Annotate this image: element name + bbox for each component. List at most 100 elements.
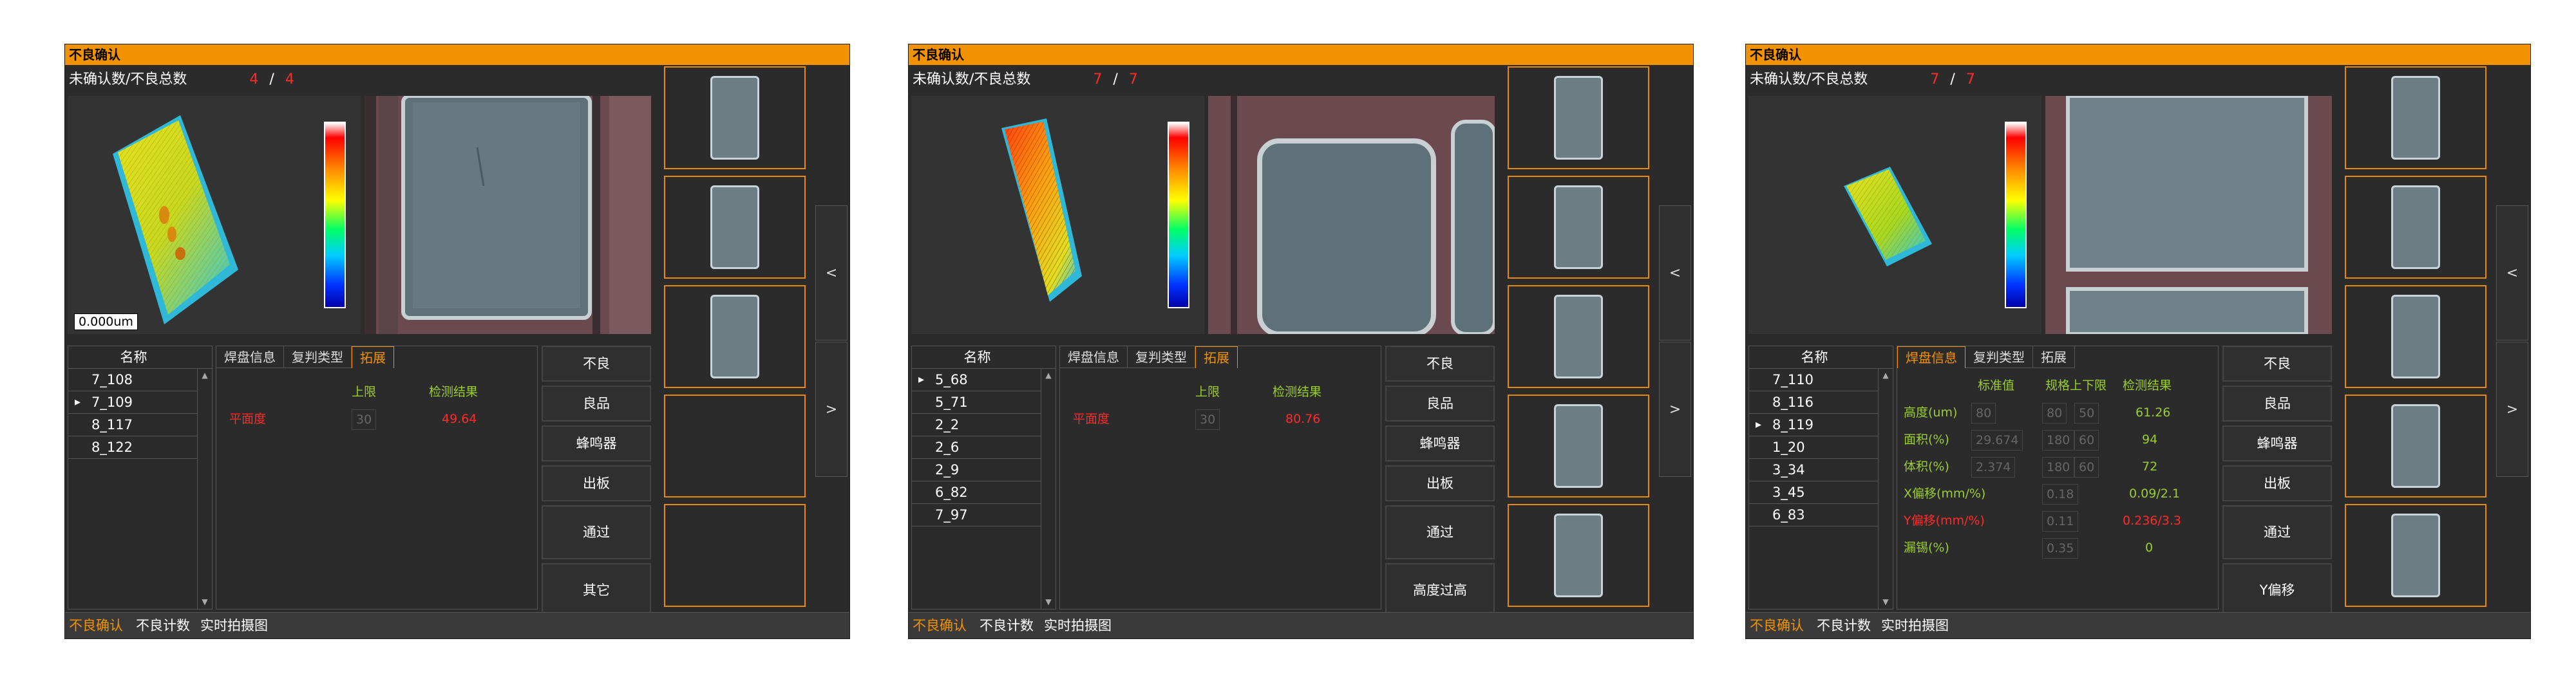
defect-count-row: 未确认数/不良总数 4 / 4 — [69, 69, 294, 91]
tab-defect-confirm[interactable]: 不良确认 — [69, 613, 123, 638]
scroll-down-icon[interactable]: ▼ — [1041, 597, 1056, 606]
next-page-button[interactable]: > — [815, 342, 848, 477]
list-item[interactable]: 8_117 — [68, 414, 198, 436]
row-result: 0 — [2145, 541, 2154, 555]
buzzer-button[interactable]: 蜂鸣器 — [2222, 425, 2332, 461]
list-item[interactable]: 7_110 — [1749, 369, 1879, 391]
scroll-up-icon[interactable]: ▲ — [1041, 371, 1056, 380]
list-item[interactable]: 2_6 — [912, 436, 1041, 459]
tab-defect-count[interactable]: 不良计数 — [1817, 613, 1871, 638]
thumbnail-empty[interactable] — [664, 395, 806, 498]
list-item[interactable]: 3_45 — [1749, 481, 1879, 504]
scroll-down-icon[interactable]: ▼ — [1879, 597, 1893, 606]
list-item[interactable]: 6_82 — [912, 481, 1041, 504]
detail-panel: 焊盘信息 复判类型 拓展 上限 检测结果 平面度 30 49.64 — [216, 346, 538, 609]
list-item[interactable]: 7_108 — [68, 369, 198, 391]
board-out-button[interactable]: 出板 — [1385, 465, 1495, 501]
thumbnail[interactable] — [1508, 395, 1649, 498]
table-row: 体积(%) 2.374 180 60 72 — [1897, 453, 2218, 480]
tab-live-capture[interactable]: 实时拍摄图 — [200, 613, 268, 638]
thumbnail[interactable] — [2345, 66, 2486, 169]
scroll-up-icon[interactable]: ▲ — [198, 371, 212, 380]
3d-height-view[interactable] — [1748, 96, 2041, 334]
defect-button[interactable]: 不良 — [1385, 346, 1495, 382]
3d-height-view[interactable] — [911, 96, 1204, 334]
tab-pad-info[interactable]: 焊盘信息 — [216, 346, 284, 368]
list-item-selected[interactable]: 7_109 — [68, 391, 198, 414]
thumbnail[interactable] — [2345, 285, 2486, 388]
pad-photo[interactable] — [2045, 96, 2332, 334]
thumbnail[interactable] — [664, 66, 806, 169]
pad-photo[interactable] — [365, 96, 651, 334]
thumbnail[interactable] — [664, 285, 806, 388]
tab-defect-confirm[interactable]: 不良确认 — [1750, 613, 1804, 638]
thumbnail-empty[interactable] — [664, 504, 806, 607]
list-item[interactable]: 2_2 — [912, 414, 1041, 436]
thumbnail[interactable] — [1508, 66, 1649, 169]
list-item-selected[interactable]: 8_119 — [1749, 414, 1879, 436]
detail-panel: 焊盘信息 复判类型 拓展 上限 检测结果 平面度 30 80.76 — [1059, 346, 1381, 609]
next-page-button[interactable]: > — [1659, 342, 1691, 477]
list-item[interactable]: 3_34 — [1749, 459, 1879, 481]
tab-pad-info[interactable]: 焊盘信息 — [1897, 346, 1965, 368]
tab-extension[interactable]: 拓展 — [2033, 346, 2075, 368]
tab-pad-info[interactable]: 焊盘信息 — [1060, 346, 1128, 368]
thumbnail[interactable] — [2345, 176, 2486, 279]
prev-page-button[interactable]: < — [1659, 205, 1691, 340]
list-item[interactable]: 6_83 — [1749, 504, 1879, 526]
pass-button[interactable]: 通过 — [542, 505, 651, 559]
defect-type-button[interactable]: Y偏移 — [2222, 563, 2332, 617]
thumbnail[interactable] — [1508, 504, 1649, 607]
buzzer-button[interactable]: 蜂鸣器 — [542, 425, 651, 461]
defect-type-button[interactable]: 其它 — [542, 563, 651, 617]
defect-button[interactable]: 不良 — [542, 346, 651, 382]
list-header: 名称 — [1749, 346, 1893, 369]
board-out-button[interactable]: 出板 — [542, 465, 651, 501]
list-item-selected[interactable]: 5_68 — [912, 369, 1041, 391]
list-item[interactable]: 8_122 — [68, 436, 198, 459]
list-scrollbar[interactable]: ▲ ▼ — [1041, 368, 1056, 609]
good-button[interactable]: 良品 — [542, 386, 651, 422]
tab-defect-count[interactable]: 不良计数 — [136, 613, 190, 638]
next-page-button[interactable]: > — [2496, 342, 2528, 477]
header-limits: 规格上下限 — [2045, 378, 2107, 393]
prev-page-button[interactable]: < — [2496, 205, 2528, 340]
board-out-button[interactable]: 出板 — [2222, 465, 2332, 501]
buzzer-button[interactable]: 蜂鸣器 — [1385, 425, 1495, 461]
list-item[interactable]: 2_9 — [912, 459, 1041, 481]
pass-button[interactable]: 通过 — [2222, 505, 2332, 559]
list-item[interactable]: 8_116 — [1749, 391, 1879, 414]
tab-live-capture[interactable]: 实时拍摄图 — [1881, 613, 1949, 638]
thumbnail[interactable] — [1508, 285, 1649, 388]
list-item[interactable]: 5_71 — [912, 391, 1041, 414]
defect-type-button[interactable]: 高度过高 — [1385, 563, 1495, 617]
tab-defect-confirm[interactable]: 不良确认 — [913, 613, 967, 638]
3d-pad-render — [113, 115, 238, 324]
prev-page-button[interactable]: < — [815, 205, 848, 340]
defect-button[interactable]: 不良 — [2222, 346, 2332, 382]
pad-photo[interactable] — [1208, 96, 1495, 334]
scroll-up-icon[interactable]: ▲ — [1879, 371, 1893, 380]
list-item[interactable]: 7_97 — [912, 504, 1041, 526]
3d-height-view[interactable]: 0.000um — [68, 96, 361, 334]
tab-extension[interactable]: 拓展 — [352, 346, 394, 368]
list-header: 名称 — [68, 346, 212, 369]
thumbnail[interactable] — [2345, 395, 2486, 498]
tab-review-type[interactable]: 复判类型 — [1128, 346, 1195, 368]
thumbnail[interactable] — [664, 176, 806, 279]
tab-live-capture[interactable]: 实时拍摄图 — [1044, 613, 1112, 638]
row-result: 94 — [2142, 433, 2158, 447]
thumbnail[interactable] — [2345, 504, 2486, 607]
list-scrollbar[interactable]: ▲ ▼ — [1878, 368, 1893, 609]
tab-review-type[interactable]: 复判类型 — [284, 346, 352, 368]
tab-defect-count[interactable]: 不良计数 — [980, 613, 1034, 638]
list-scrollbar[interactable]: ▲ ▼ — [197, 368, 212, 609]
scroll-down-icon[interactable]: ▼ — [198, 597, 212, 606]
pass-button[interactable]: 通过 — [1385, 505, 1495, 559]
tab-review-type[interactable]: 复判类型 — [1965, 346, 2033, 368]
thumbnail[interactable] — [1508, 176, 1649, 279]
list-item[interactable]: 1_20 — [1749, 436, 1879, 459]
tab-extension[interactable]: 拓展 — [1195, 346, 1238, 368]
good-button[interactable]: 良品 — [2222, 386, 2332, 422]
good-button[interactable]: 良品 — [1385, 386, 1495, 422]
